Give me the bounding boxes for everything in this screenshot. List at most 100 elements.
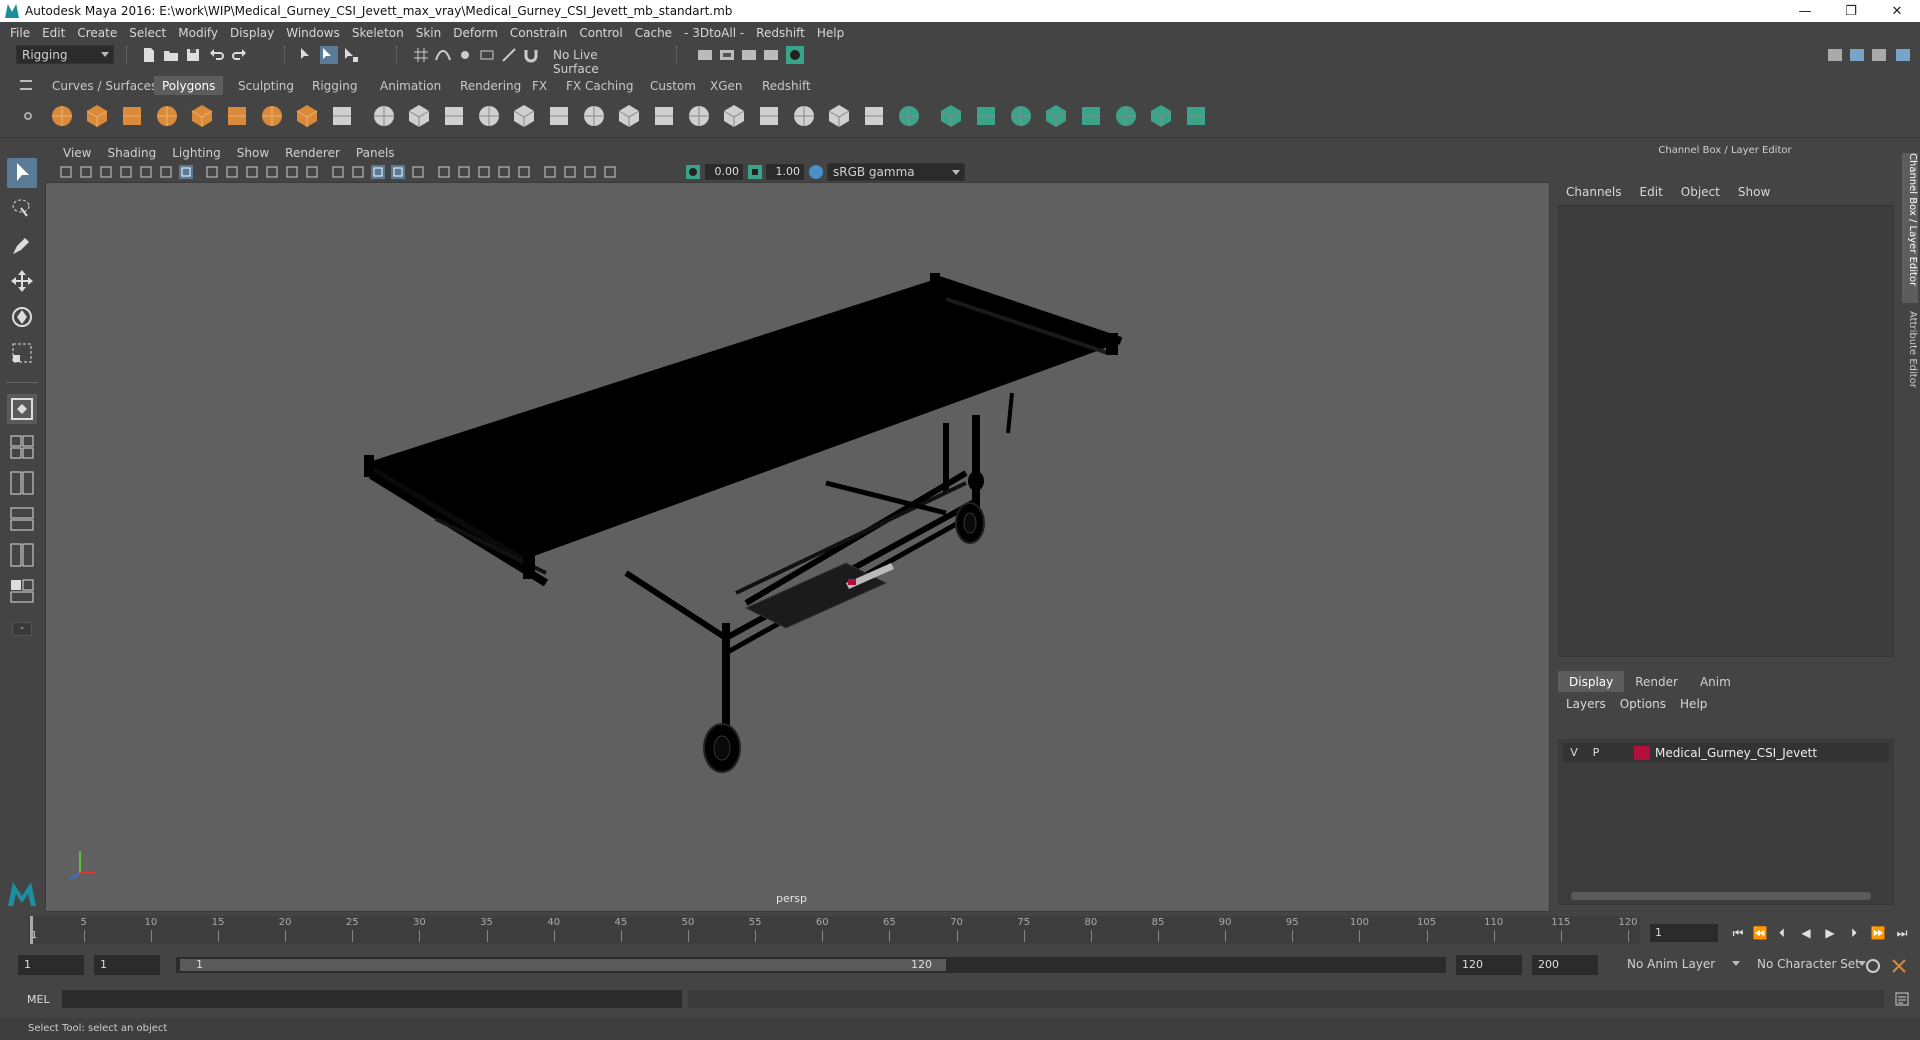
layer-menu-layers[interactable]: Layers [1566,697,1606,711]
select-component-icon[interactable] [342,46,360,64]
rotate-tool-icon[interactable] [7,302,37,332]
time-slider[interactable]: 1 5 10 15 20 25 30 35 40 45 50 55 60 65 70 75 80 85 90 95 10… [28,916,1640,944]
shelf-tab-rendering[interactable]: Rendering [452,76,529,95]
poly-plane-icon[interactable] [188,102,216,130]
poly-pyramid-icon[interactable] [258,102,286,130]
extrude-icon[interactable] [580,102,608,130]
render-settings-icon[interactable] [696,46,714,64]
menu-modify[interactable]: Modify [172,26,224,40]
layer-playback-toggle[interactable]: P [1585,746,1607,759]
menu-skeleton[interactable]: Skeleton [346,26,410,40]
menu-cache[interactable]: Cache [629,26,678,40]
four-view-layout-icon[interactable] [7,432,37,462]
uv-planar-icon[interactable] [937,102,965,130]
menu-redshift[interactable]: Redshift [750,26,811,40]
append-polygon-icon[interactable] [755,102,783,130]
side-by-side-layout-icon[interactable] [7,468,37,498]
bookmark-icon[interactable] [99,165,113,179]
viewport-menu-view[interactable]: View [55,146,99,160]
collapse-icon[interactable] [860,102,888,130]
menu-create[interactable]: Create [71,26,123,40]
xray-icon[interactable] [563,165,577,179]
command-input[interactable] [62,990,682,1008]
poly-cylinder-icon[interactable] [118,102,146,130]
xray-components-icon[interactable] [603,165,617,179]
film-gate-icon[interactable] [205,165,219,179]
render-view-icon[interactable] [762,46,780,64]
layer-tab-anim[interactable]: Anim [1689,671,1742,692]
exposure-icon[interactable] [685,164,701,180]
menu-edit[interactable]: Edit [36,26,71,40]
render-frame-icon[interactable] [718,46,736,64]
character-set-dropdown[interactable]: No Character Set [1752,955,1870,975]
motion-blur-icon[interactable] [477,165,491,179]
mel-language-label[interactable]: MEL [27,993,50,1006]
side-tab-attribute-editor[interactable]: Attribute Editor [1902,311,1918,401]
save-scene-icon[interactable] [184,46,202,64]
menu-select[interactable]: Select [123,26,172,40]
xray-joints-icon[interactable] [583,165,597,179]
step-forward-key-button[interactable]: ⏩ [1870,925,1886,941]
step-forward-frame-button[interactable]: ⏵ [1846,925,1862,941]
isolate-select-icon[interactable] [543,165,557,179]
open-scene-icon[interactable] [162,46,180,64]
select-hierarchy-icon[interactable] [298,46,316,64]
viewport-menu-renderer[interactable]: Renderer [277,146,348,160]
channel-menu-show[interactable]: Show [1738,185,1770,199]
side-tab-channel-box[interactable]: Channel Box / Layer Editor [1902,153,1918,303]
mirror-icon[interactable] [510,102,538,130]
gamma-icon[interactable] [747,164,763,180]
shelf-menu-icon[interactable] [20,80,32,90]
uv-editor-icon[interactable] [1077,102,1105,130]
extract-icon[interactable] [405,102,433,130]
select-tool-icon[interactable] [7,158,37,188]
grease-pencil-icon[interactable] [159,165,173,179]
multicut-icon[interactable] [650,102,678,130]
channel-menu-channels[interactable]: Channels [1566,185,1622,199]
shelf-tab-animation[interactable]: Animation [372,76,449,95]
playback-start-field[interactable]: 1 [94,955,160,975]
layer-menu-options[interactable]: Options [1620,697,1666,711]
layer-visibility-toggle[interactable]: V [1563,746,1585,759]
select-camera-icon[interactable] [59,165,73,179]
poly-cone-icon[interactable] [153,102,181,130]
snap-grid-icon[interactable] [412,46,430,64]
restore-button[interactable]: ❐ [1828,0,1874,22]
animation-start-field[interactable]: 1 [18,955,84,975]
menu-3dtoall[interactable]: - 3DtoAll - [678,26,750,40]
channel-menu-edit[interactable]: Edit [1640,185,1663,199]
smooth-shade-icon[interactable] [351,165,365,179]
viewport-menu-show[interactable]: Show [229,146,277,160]
poly-pipe-icon[interactable] [293,102,321,130]
shelf-tab-custom[interactable]: Custom [642,76,704,95]
auto-key-icon[interactable] [1864,957,1882,975]
separate-icon[interactable] [370,102,398,130]
menu-deform[interactable]: Deform [447,26,504,40]
layer-list[interactable]: V P Medical_Gurney_CSI_Jevett [1558,739,1894,905]
shelf-tab-rigging[interactable]: Rigging [304,76,365,95]
shelf-tab-xgen[interactable]: XGen [702,76,751,95]
paint-select-tool-icon[interactable] [7,230,37,260]
step-back-frame-button[interactable]: ⏴ [1774,925,1790,941]
shelf-tab-fx[interactable]: FX [524,76,555,95]
bridge-icon[interactable] [545,102,573,130]
channel-menu-object[interactable]: Object [1681,185,1720,199]
field-chart-icon[interactable] [265,165,279,179]
transfer-icon[interactable] [1112,102,1140,130]
shelf-tab-fx-caching[interactable]: FX Caching [558,76,641,95]
viewport-menu-lighting[interactable]: Lighting [164,146,229,160]
ipr-render-icon[interactable] [740,46,758,64]
range-slider-thumb[interactable]: 1 120 [180,958,946,971]
shelf-tab-curves-surfaces[interactable]: Curves / Surfaces [44,76,165,95]
layer-tab-render[interactable]: Render [1624,671,1689,692]
menu-control[interactable]: Control [573,26,628,40]
shadows-icon[interactable] [437,165,451,179]
magnet-icon[interactable] [522,46,540,64]
resolution-gate-icon[interactable] [225,165,239,179]
move-tool-icon[interactable] [7,266,37,296]
textured-icon[interactable] [391,165,405,179]
gate-mask-icon[interactable] [245,165,259,179]
menu-file[interactable]: File [4,26,36,40]
gamma-field[interactable]: 1.00 [766,164,804,180]
snap-view-plane-icon[interactable] [478,46,496,64]
